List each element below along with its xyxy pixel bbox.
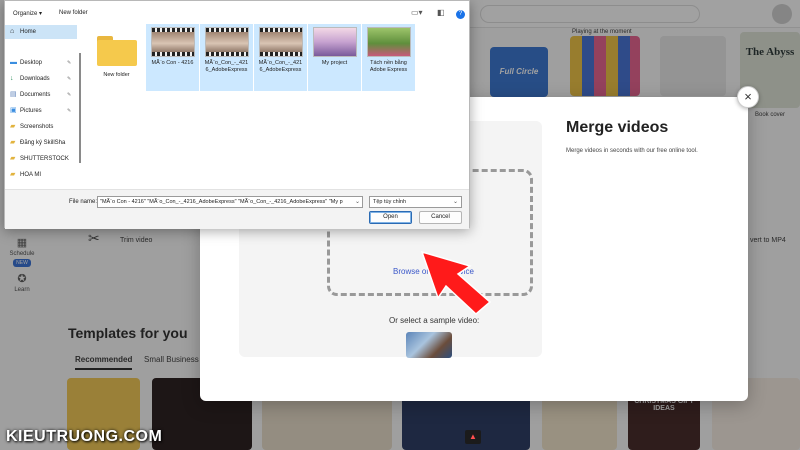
file-name-value: "MÃ¨o Con - 4216" "MÃ¨o_Con_-_4216_Adobe… xyxy=(100,199,343,205)
dialog-toolbar: Organize ▾ New folder ▭▾ ◧ ? xyxy=(5,6,469,24)
file-name-label: File name: xyxy=(69,199,98,205)
file-label: New folder xyxy=(103,72,130,78)
video-thumbnail xyxy=(150,27,195,57)
chevron-down-icon: ⌄ xyxy=(452,199,458,205)
nav-item-label: HOA MI xyxy=(20,172,42,178)
files-scrollbar[interactable] xyxy=(460,23,466,189)
nav-item-label: Home xyxy=(20,29,37,35)
file-label: MÃ¨o_Con_-_421 xyxy=(258,60,303,66)
nav-item-label: Đăng ký SkillSha xyxy=(20,140,66,146)
nav-item-desktop[interactable]: ▬ Desktop ✎ xyxy=(5,56,77,70)
cancel-button[interactable]: Cancel xyxy=(419,211,462,224)
file-type-select[interactable]: Tệp tùy chỉnh ⌄ xyxy=(369,196,462,208)
image-thumbnail xyxy=(312,27,357,57)
pin-icon[interactable]: ✎ xyxy=(67,88,71,102)
sample-video-thumbnail[interactable] xyxy=(406,332,452,358)
file-item-video[interactable]: MÃ¨o_Con_-_421 6_AdobeExpress xyxy=(254,24,307,91)
desktop-icon: ▬ xyxy=(10,59,17,66)
file-label-line2: 6_AdobeExpress xyxy=(205,67,248,73)
help-icon[interactable]: ? xyxy=(456,10,465,19)
pin-icon[interactable]: ✎ xyxy=(67,56,71,70)
close-icon[interactable]: × xyxy=(737,86,759,108)
organize-menu[interactable]: Organize ▾ xyxy=(13,10,42,17)
pin-icon[interactable]: ✎ xyxy=(67,72,71,86)
file-type-value: Tệp tùy chỉnh xyxy=(373,199,407,205)
file-label: Tách nền bằng xyxy=(370,60,407,66)
file-item-video[interactable]: MÃ¨o Con - 4216 xyxy=(146,24,199,91)
nav-item-documents[interactable]: ▤ Documents ✎ xyxy=(5,88,77,102)
folder-icon: ▰ xyxy=(10,123,16,130)
preview-pane-icon[interactable]: ◧ xyxy=(437,8,445,17)
file-item-video[interactable]: MÃ¨o_Con_-_421 6_AdobeExpress xyxy=(200,24,253,91)
nav-item-label: Desktop xyxy=(20,60,43,66)
video-thumbnail xyxy=(204,27,249,57)
modal-title: Merge videos xyxy=(566,119,669,136)
download-icon: ↓ xyxy=(10,75,14,82)
nav-item-downloads[interactable]: ↓ Downloads ✎ xyxy=(5,72,77,86)
folder-icon: ▰ xyxy=(10,171,16,178)
nav-item-label: Downloads xyxy=(20,76,50,82)
dialog-bottom-bar: File name: "MÃ¨o Con - 4216" "MÃ¨o_Con_-… xyxy=(5,189,469,229)
image-thumbnail xyxy=(366,27,411,57)
video-thumbnail xyxy=(258,27,303,57)
pictures-icon: ▣ xyxy=(10,107,17,114)
pin-icon[interactable]: ✎ xyxy=(67,104,71,118)
file-label: MÃ¨o Con - 4216 xyxy=(151,60,194,66)
file-open-dialog: Organize ▾ New folder ▭▾ ◧ ? ⌂ Home ▬ De… xyxy=(4,0,470,229)
folder-icon: ▰ xyxy=(10,155,16,162)
nav-item-shutterstock[interactable]: ▰ SHUTTERSTOCK xyxy=(5,152,77,166)
file-item-image[interactable]: Tách nền bằng Adobe Express xyxy=(362,24,415,91)
nav-item-label: SHUTTERSTOCK xyxy=(20,156,69,162)
pointer-arrow-icon xyxy=(420,250,492,316)
file-label-line2: Adobe Express xyxy=(369,67,408,73)
nav-item-label: Screenshots xyxy=(20,124,54,130)
file-item-new-folder[interactable]: New folder xyxy=(90,24,143,91)
nav-item-hoa-mi[interactable]: ▰ HOA MI xyxy=(5,168,77,182)
nav-item-home[interactable]: ⌂ Home xyxy=(5,25,77,39)
watermark: KIEUTRUONG.COM xyxy=(6,428,163,445)
adobe-express-logo-icon: ▲ xyxy=(465,430,481,444)
document-icon: ▤ xyxy=(10,91,17,98)
nav-scrollbar[interactable] xyxy=(79,53,81,163)
file-label-line2: 6_AdobeExpress xyxy=(259,67,302,73)
nav-item-skillshare[interactable]: ▰ Đăng ký SkillSha xyxy=(5,136,77,150)
chevron-down-icon[interactable]: ⌄ xyxy=(354,197,360,207)
file-item-image[interactable]: My project xyxy=(308,24,361,91)
view-options-icon[interactable]: ▭▾ xyxy=(411,8,423,17)
file-label: MÃ¨o_Con_-_421 xyxy=(204,60,249,66)
nav-item-label: Documents xyxy=(20,92,51,98)
navigation-pane: ⌂ Home ▬ Desktop ✎ ↓ Downloads ✎ ▤ Docum… xyxy=(5,23,83,189)
folder-icon xyxy=(96,36,137,66)
file-label: My project xyxy=(321,60,348,66)
nav-item-label: Pictures xyxy=(20,108,42,114)
new-folder-button[interactable]: New folder xyxy=(59,10,88,16)
home-icon: ⌂ xyxy=(10,28,15,35)
nav-item-screenshots[interactable]: ▰ Screenshots xyxy=(5,120,77,134)
open-button[interactable]: Open xyxy=(369,211,412,224)
modal-description: Merge videos in seconds with our free on… xyxy=(566,148,698,154)
nav-item-pictures[interactable]: ▣ Pictures ✎ xyxy=(5,104,77,118)
file-name-input[interactable]: "MÃ¨o Con - 4216" "MÃ¨o_Con_-_4216_Adobe… xyxy=(97,196,363,208)
folder-icon: ▰ xyxy=(10,139,16,146)
